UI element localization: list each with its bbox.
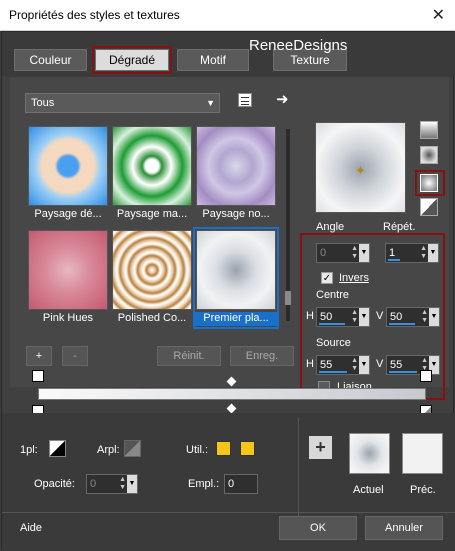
invert-checkbox[interactable]: ✓ bbox=[321, 272, 333, 284]
list-view-icon[interactable] bbox=[238, 93, 252, 107]
center-h-label: H bbox=[306, 310, 314, 322]
center-v-label: V bbox=[376, 310, 384, 322]
center-label: Centre bbox=[316, 289, 350, 301]
tab-bar: Couleur Dégradé Motif Texture ReneeDesig… bbox=[2, 32, 455, 77]
center-handle-icon[interactable]: ✦ bbox=[355, 163, 366, 179]
gradient-thumb[interactable] bbox=[112, 126, 192, 206]
used-colors-label: Util.: bbox=[186, 444, 208, 456]
gradient-label: Polished Co... bbox=[117, 312, 187, 324]
remove-gradient-button[interactable]: - bbox=[62, 346, 88, 366]
divider bbox=[298, 418, 299, 518]
chevron-down-icon: ▼ bbox=[206, 98, 215, 108]
angle-spinner[interactable]: 0 ▲ ▼ ▼ bbox=[316, 243, 370, 263]
opacity-stop-left[interactable] bbox=[32, 370, 44, 382]
repeat-spinner[interactable]: 1 ▲ ▼ ▼ bbox=[385, 243, 439, 263]
used-color-swatch[interactable] bbox=[240, 441, 255, 456]
center-h-spinner[interactable]: 50 ▲ ▼ ▼ bbox=[316, 307, 370, 327]
dialog: Couleur Dégradé Motif Texture ReneeDesig… bbox=[1, 31, 455, 551]
category-dropdown[interactable]: Tous ▼ bbox=[25, 93, 220, 113]
foreground-label: 1pl: bbox=[20, 444, 38, 456]
location-field[interactable]: 0 bbox=[224, 474, 258, 494]
scrollbar-thumb[interactable] bbox=[285, 291, 291, 305]
current-label: Actuel bbox=[353, 484, 384, 496]
center-v-spinner[interactable]: 50 ▲ ▼ ▼ bbox=[386, 307, 440, 327]
source-label: Source bbox=[316, 337, 351, 349]
gradient-thumb[interactable] bbox=[196, 126, 276, 206]
source-h-spinner[interactable]: 55 ▲ ▼ ▼ bbox=[316, 355, 370, 375]
rectangular-type-icon[interactable] bbox=[420, 146, 438, 164]
window-title: Propriétés des styles et textures bbox=[9, 8, 180, 22]
background-swatch[interactable] bbox=[124, 440, 141, 457]
linear-type-icon[interactable] bbox=[420, 121, 438, 139]
reset-button[interactable]: Réinit. bbox=[157, 346, 221, 366]
title-bar: Propriétés des styles et textures ✕ bbox=[0, 0, 455, 31]
opacity-label: Opacité: bbox=[34, 478, 75, 490]
ok-button[interactable]: OK bbox=[279, 516, 357, 540]
gradient-panel: Tous ▼ ➜ Paysage dé... Paysage ma... Pay… bbox=[10, 77, 449, 400]
footer-divider bbox=[2, 512, 455, 513]
gradient-thumb[interactable] bbox=[28, 230, 108, 310]
gradient-label: Paysage ma... bbox=[116, 208, 188, 220]
current-gradient[interactable] bbox=[349, 433, 390, 474]
angle-label: Angle bbox=[316, 221, 345, 233]
foreground-swatch[interactable] bbox=[49, 440, 66, 457]
arrow-right-icon[interactable]: ➜ bbox=[276, 90, 289, 108]
gradient-label: Pink Hues bbox=[42, 312, 94, 324]
previous-label: Préc. bbox=[410, 484, 436, 496]
used-color-swatch[interactable] bbox=[216, 441, 231, 456]
gradient-thumb-selected[interactable] bbox=[196, 230, 276, 310]
save-button[interactable]: Enreg. bbox=[230, 346, 294, 366]
cancel-button[interactable]: Annuler bbox=[365, 516, 443, 540]
gradient-label: Paysage dé... bbox=[34, 208, 102, 220]
gradient-bar[interactable] bbox=[38, 388, 426, 400]
radial-type-icon[interactable] bbox=[420, 174, 438, 192]
tab-couleur[interactable]: Couleur bbox=[14, 49, 87, 71]
category-value: Tous bbox=[31, 97, 55, 109]
gradient-label: Premier pla... bbox=[195, 312, 277, 326]
repeat-label: Répét. bbox=[383, 221, 416, 233]
gradient-thumb[interactable] bbox=[28, 126, 108, 206]
opacity-spinner[interactable]: 0 ▲ ▼ ▼ bbox=[86, 474, 138, 494]
gradient-thumb[interactable] bbox=[112, 230, 192, 310]
tab-motif[interactable]: Motif bbox=[177, 49, 249, 71]
opacity-stop-right[interactable] bbox=[420, 370, 432, 382]
background-label: Arpl: bbox=[97, 444, 120, 456]
invert-label: Invers bbox=[339, 272, 369, 284]
source-h-label: H bbox=[306, 358, 314, 370]
close-icon[interactable]: ✕ bbox=[432, 5, 445, 25]
previous-gradient[interactable] bbox=[402, 433, 443, 474]
source-v-label: V bbox=[376, 358, 384, 370]
tab-degrade[interactable]: Dégradé bbox=[92, 46, 172, 74]
add-gradient-button[interactable]: + bbox=[26, 346, 52, 366]
add-icon[interactable]: + bbox=[309, 436, 332, 459]
help-link[interactable]: Aide bbox=[20, 522, 42, 534]
location-label: Empl.: bbox=[188, 478, 220, 490]
sunburst-type-icon[interactable] bbox=[420, 198, 438, 216]
brand-watermark: ReneeDesigns bbox=[249, 37, 348, 54]
gradient-preview[interactable]: ✦ bbox=[315, 122, 406, 213]
gradient-label: Paysage no... bbox=[202, 208, 270, 220]
color-midpoint[interactable] bbox=[226, 403, 237, 414]
